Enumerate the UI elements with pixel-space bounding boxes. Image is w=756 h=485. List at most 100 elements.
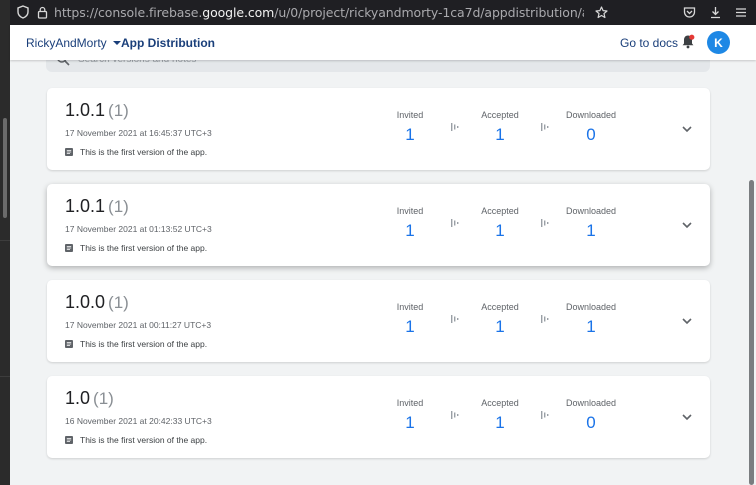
stat-invited: Invited 1 (370, 206, 450, 241)
download-icon[interactable] (708, 4, 722, 20)
address-bar[interactable]: https://console.firebase.google.com/u/0/… (54, 0, 584, 25)
release-build: (1) (108, 197, 129, 216)
funnel-arrow-icon (451, 219, 459, 227)
stat-label: Downloaded (565, 110, 617, 120)
search-icon (57, 60, 70, 66)
chevron-down-icon (112, 41, 121, 45)
search-input[interactable] (78, 60, 478, 65)
stat-label: Invited (396, 206, 424, 216)
funnel-arrow-icon (541, 219, 549, 227)
release-notes-text: This is the first version of the app. (80, 147, 208, 157)
stat-label: Invited (396, 302, 424, 312)
release-date: 16 November 2021 at 20:42:33 UTC+3 (65, 416, 212, 426)
stat-value: 1 (405, 125, 415, 144)
notes-icon (65, 148, 73, 156)
left-divider (0, 376, 10, 377)
stat-label: Accepted (481, 110, 519, 120)
url-domain: google.com (202, 5, 275, 20)
stat-label: Downloaded (565, 302, 617, 312)
avatar[interactable]: K (707, 31, 730, 54)
bookmark-star-icon[interactable] (594, 4, 608, 20)
release-version-line: 1.0.0 (1) (65, 292, 129, 313)
release-notes-text: This is the first version of the app. (80, 243, 208, 253)
notes-icon (65, 244, 73, 252)
stat-value: 0 (586, 125, 596, 144)
stat-downloaded: Downloaded 0 (551, 110, 631, 145)
stat-invited: Invited 1 (370, 110, 450, 145)
release-notes-text: This is the first version of the app. (80, 435, 208, 445)
url-prefix: https://console.firebase. (54, 5, 203, 20)
browser-toolbar: https://console.firebase.google.com/u/0/… (10, 0, 756, 25)
release-version-line: 1.0 (1) (65, 388, 114, 409)
stat-accepted: Accepted 1 (460, 398, 540, 433)
notes-icon (65, 340, 73, 348)
funnel-arrow-icon (541, 315, 549, 323)
stat-accepted: Accepted 1 (460, 110, 540, 145)
hamburger-menu-icon[interactable] (734, 4, 748, 20)
stat-value: 1 (495, 317, 505, 336)
stat-label: Invited (396, 398, 424, 408)
stat-downloaded: Downloaded 0 (551, 398, 631, 433)
release-version: 1.0 (65, 388, 91, 408)
stat-downloaded: Downloaded 1 (551, 206, 631, 241)
notifications-bell-icon[interactable] (681, 34, 695, 50)
stat-invited: Invited 1 (370, 398, 450, 433)
notes-icon (65, 436, 73, 444)
left-window-edge (0, 0, 10, 485)
funnel-arrow-icon (541, 123, 549, 131)
release-notes-text: This is the first version of the app. (80, 339, 208, 349)
search-bar[interactable] (46, 60, 710, 72)
funnel-arrow-icon (451, 411, 459, 419)
stat-label: Invited (396, 110, 424, 120)
funnel-arrow-icon (541, 411, 549, 419)
release-version: 1.0.1 (65, 196, 106, 216)
project-name: RickyAndMorty (26, 36, 107, 50)
stat-label: Accepted (481, 302, 519, 312)
stat-value: 1 (405, 221, 415, 240)
release-notes: This is the first version of the app. (65, 339, 207, 349)
release-card[interactable]: 1.0.0 (1) 17 November 2021 at 00:11:27 UT… (47, 280, 710, 362)
release-build: (1) (108, 101, 129, 120)
release-build: (1) (108, 293, 129, 312)
release-version-line: 1.0.1 (1) (65, 100, 129, 121)
release-version: 1.0.1 (65, 100, 106, 120)
release-date: 17 November 2021 at 16:45:37 UTC+3 (65, 128, 212, 138)
funnel-arrow-icon (451, 123, 459, 131)
stat-invited: Invited 1 (370, 302, 450, 337)
stat-label: Downloaded (565, 398, 617, 408)
release-version: 1.0.0 (65, 292, 106, 312)
pocket-icon[interactable] (682, 4, 696, 20)
stat-value: 1 (405, 413, 415, 432)
lock-icon[interactable] (36, 4, 48, 20)
stat-value: 1 (586, 317, 596, 336)
release-card[interactable]: 1.0.1 (1) 17 November 2021 at 16:45:37 UT… (47, 88, 710, 170)
section-title: App Distribution (121, 36, 215, 50)
stat-value: 1 (405, 317, 415, 336)
release-card[interactable]: 1.0 (1) 16 November 2021 at 20:42:33 UTC+… (47, 376, 710, 458)
expand-chevron-icon[interactable] (681, 124, 693, 134)
stat-value: 1 (586, 221, 596, 240)
release-version-line: 1.0.1 (1) (65, 196, 129, 217)
release-card[interactable]: 1.0.1 (1) 17 November 2021 at 01:13:52 UT… (47, 184, 710, 266)
release-notes: This is the first version of the app. (65, 243, 207, 253)
go-to-docs-link[interactable]: Go to docs (620, 36, 678, 50)
expand-chevron-icon[interactable] (681, 220, 693, 230)
shield-icon[interactable] (16, 4, 30, 20)
release-notes: This is the first version of the app. (65, 147, 207, 157)
funnel-arrow-icon (451, 315, 459, 323)
release-notes: This is the first version of the app. (65, 435, 207, 445)
stat-downloaded: Downloaded 1 (551, 302, 631, 337)
page-scrollbar[interactable] (749, 180, 754, 485)
left-divider (0, 240, 10, 241)
stat-label: Accepted (481, 206, 519, 216)
url-path: /u/0/project/rickyandmorty-1ca7d/appdist… (274, 5, 584, 20)
stat-value: 1 (495, 413, 505, 432)
project-selector[interactable]: RickyAndMorty (26, 36, 121, 50)
stat-label: Downloaded (565, 206, 617, 216)
stat-value: 1 (495, 221, 505, 240)
stat-label: Accepted (481, 398, 519, 408)
expand-chevron-icon[interactable] (681, 412, 693, 422)
release-date: 17 November 2021 at 00:11:27 UTC+3 (65, 320, 212, 330)
expand-chevron-icon[interactable] (681, 316, 693, 326)
stat-value: 1 (495, 125, 505, 144)
